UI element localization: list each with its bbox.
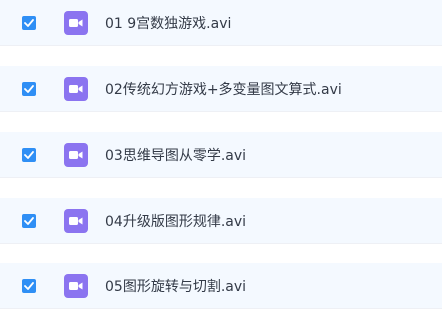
video-file-icon — [64, 208, 88, 233]
checkmark-icon — [24, 18, 34, 27]
file-name[interactable]: 03思维导图从零学.avi — [105, 145, 246, 165]
checkmark-icon — [24, 216, 34, 225]
checkmark-icon — [24, 84, 34, 93]
checkmark-icon — [24, 150, 34, 159]
row-checkbox[interactable] — [22, 213, 36, 228]
file-row[interactable]: 04升级版图形规律.avi — [0, 198, 442, 244]
file-name[interactable]: 02传统幻方游戏+多变量图文算式.avi — [105, 79, 342, 99]
file-row[interactable]: 02传统幻方游戏+多变量图文算式.avi — [0, 66, 442, 112]
video-file-icon — [64, 76, 88, 101]
file-name[interactable]: 05图形旋转与切割.avi — [105, 276, 246, 296]
row-checkbox[interactable] — [22, 81, 36, 96]
checkmark-icon — [24, 281, 34, 290]
video-file-icon — [64, 273, 88, 298]
file-row[interactable]: 01 9宫数独游戏.avi — [0, 0, 442, 46]
file-name[interactable]: 04升级版图形规律.avi — [105, 211, 246, 231]
row-checkbox[interactable] — [22, 147, 36, 162]
video-file-icon — [64, 10, 88, 35]
row-checkbox[interactable] — [22, 278, 36, 293]
file-row[interactable]: 03思维导图从零学.avi — [0, 132, 442, 178]
row-checkbox[interactable] — [22, 15, 36, 30]
file-row[interactable]: 05图形旋转与切割.avi — [0, 263, 442, 309]
video-file-icon — [64, 142, 88, 167]
file-name[interactable]: 01 9宫数独游戏.avi — [105, 13, 231, 33]
file-list: 01 9宫数独游戏.avi 02传统幻方游戏+多变量图文算式.avi 03思维导… — [0, 0, 442, 321]
